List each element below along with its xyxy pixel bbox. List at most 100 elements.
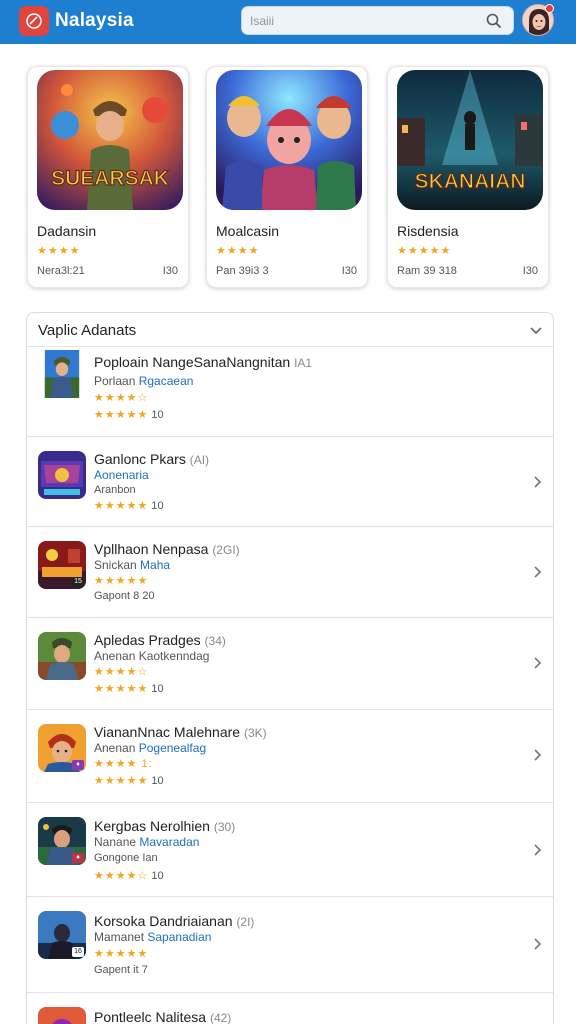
featured-card-name: Risdensia bbox=[397, 223, 459, 239]
rating-count: 10 bbox=[151, 409, 164, 421]
featured-card[interactable]: SKANAIAN Risdensia ★★★★★ Ram 39 318 I30 bbox=[387, 66, 549, 288]
rating-stars: ★★★★★ bbox=[94, 500, 149, 512]
app-icon: 15 bbox=[38, 541, 86, 589]
chevron-right-icon[interactable] bbox=[531, 656, 543, 670]
rating-stars: ★★★★★ bbox=[94, 683, 149, 695]
rating-stars: ★★★★ bbox=[216, 245, 260, 257]
rating-stars: ★★★★★ bbox=[94, 775, 149, 787]
app-icon: ♦ bbox=[38, 817, 86, 865]
list-item-suffix: (2I) bbox=[236, 915, 255, 929]
app-logo-icon[interactable] bbox=[19, 6, 49, 36]
chevron-right-icon[interactable] bbox=[531, 475, 543, 489]
rating-stars: ★★★★☆ bbox=[94, 392, 149, 404]
panel-title: Vaplic Adanats bbox=[38, 322, 137, 339]
list-item-category: Aonenaria bbox=[94, 468, 149, 482]
list-item[interactable]: 16 Korsoka Dandriaianan (2I) Mamanet Sap… bbox=[27, 897, 553, 993]
list-item[interactable]: ♦ ViananNnac Malehnare (3K) Anenan Pogen… bbox=[27, 710, 553, 803]
rating-count: 10 bbox=[151, 870, 164, 882]
featured-card[interactable]: SUEARSAK Dadansin ★★★★ Nera3l:21 I30 bbox=[27, 66, 189, 288]
chevron-down-icon[interactable] bbox=[529, 323, 543, 337]
rating-stars: ★★★★★ bbox=[397, 245, 452, 257]
list-item[interactable]: Ganlonc Pkars (AI) Aonenaria Aranbon ★★★… bbox=[27, 437, 553, 527]
app-icon bbox=[38, 451, 86, 499]
list-item-title: Kergbas Nerolhien bbox=[94, 818, 210, 834]
list-item-subtitle: Mamanet bbox=[94, 930, 145, 944]
list-item-category: Maha bbox=[140, 558, 171, 572]
chevron-right-icon[interactable] bbox=[531, 748, 543, 762]
list-item-title: Pontleelc Nalitesa bbox=[94, 1009, 207, 1024]
search-icon[interactable] bbox=[485, 12, 503, 30]
list-item-subtitle: Porlaan bbox=[94, 374, 136, 388]
app-icon: 16 bbox=[38, 911, 86, 959]
featured-card[interactable]: Moalcasin ★★★★ Pan 39i3 3 I30 bbox=[206, 66, 368, 288]
app-list-panel: Vaplic Adanats Poploain NangeSanaNangnit… bbox=[26, 312, 554, 1024]
featured-card-name: Dadansin bbox=[37, 223, 97, 239]
featured-carousel: SUEARSAK Dadansin ★★★★ Nera3l:21 I30 Moa… bbox=[0, 44, 576, 304]
list-item-suffix: (3K) bbox=[243, 726, 267, 740]
list-item-title: Vpllhaon Nenpasa bbox=[94, 541, 209, 557]
featured-card-count: I30 bbox=[162, 265, 178, 277]
search-input[interactable] bbox=[250, 11, 480, 31]
app-badge: ♦ bbox=[72, 760, 84, 770]
featured-card-count: I30 bbox=[341, 265, 357, 277]
list-item-extra: Aranbon bbox=[94, 484, 136, 496]
artwork-title-text: SKANAIAN bbox=[415, 170, 526, 193]
list-item-title: Apledas Pradges bbox=[94, 632, 201, 648]
featured-card-meta: Pan 39i3 3 bbox=[216, 265, 269, 277]
artwork-title-text: SUEARSAK bbox=[51, 167, 169, 190]
list-item-suffix: (30) bbox=[213, 820, 236, 834]
rating-count: 10 bbox=[151, 500, 164, 512]
app-icon bbox=[38, 350, 88, 420]
list-item-title: ViananNnac Malehnare bbox=[94, 724, 241, 740]
list-item-subtitle: Anenan bbox=[94, 741, 136, 755]
top-app-bar: Nalaysia bbox=[0, 0, 576, 44]
rating-stars: ★★★★ bbox=[37, 245, 81, 257]
app-icon: ♦ bbox=[38, 724, 86, 772]
featured-card-count: I30 bbox=[522, 265, 538, 277]
panel-header[interactable]: Vaplic Adanats bbox=[27, 313, 553, 347]
notification-dot bbox=[545, 4, 554, 13]
game-artwork-image: SKANAIAN bbox=[397, 70, 543, 210]
rating-stars: ★★★★ 1: bbox=[94, 758, 153, 770]
list-item-suffix: (AI) bbox=[189, 453, 210, 467]
list-item-detail: Gapont 8 20 bbox=[94, 590, 155, 602]
list-item-extra: Gongone Ian bbox=[94, 852, 158, 864]
list-item[interactable]: Apledas Pradges (34) Anenan Kaotkenndag … bbox=[27, 618, 553, 710]
list-item-suffix: (2GI) bbox=[212, 543, 240, 557]
chevron-right-icon[interactable] bbox=[531, 843, 543, 857]
featured-card-meta: Ram 39 318 bbox=[397, 265, 457, 277]
rating-stars: ★★★★★ bbox=[94, 948, 149, 960]
app-icon bbox=[38, 632, 86, 680]
list-item-title: Poploain NangeSanaNangnitan bbox=[94, 354, 291, 370]
app-badge: 16 bbox=[72, 947, 84, 957]
list-item-suffix: (34) bbox=[204, 634, 226, 648]
app-icon bbox=[38, 1007, 86, 1024]
app-badge: 15 bbox=[72, 577, 84, 587]
game-artwork-image bbox=[216, 70, 362, 210]
app-badge: ♦ bbox=[72, 853, 84, 863]
list-item[interactable]: ♦ Kergbas Nerolhien (30) Nanane Mavarada… bbox=[27, 803, 553, 897]
search-bar[interactable] bbox=[241, 6, 514, 35]
rating-stars: ★★★★☆ bbox=[94, 870, 149, 882]
list-item[interactable]: Poploain NangeSanaNangnitan IA1 Porlaan … bbox=[27, 347, 553, 437]
list-item-suffix: (42) bbox=[209, 1011, 232, 1024]
rating-stars: ★★★★★ bbox=[94, 409, 149, 421]
list-item-category: Rgacaean bbox=[138, 374, 194, 388]
chevron-right-icon[interactable] bbox=[531, 937, 543, 951]
list-item-detail: Gapent it 7 bbox=[94, 964, 148, 976]
list-item-title: Korsoka Dandriaianan bbox=[94, 913, 233, 929]
rating-count: 10 bbox=[151, 683, 164, 695]
chevron-right-icon[interactable] bbox=[531, 565, 543, 579]
list-item-subtitle: Snickan bbox=[94, 558, 137, 572]
list-item-title: Ganlonc Pkars bbox=[94, 451, 186, 467]
list-item-category: Mavaradan bbox=[139, 835, 200, 849]
list-item[interactable]: 15 Vpllhaon Nenpasa (2GI) Snickan Maha ★… bbox=[27, 527, 553, 618]
rating-stars: ★★★★☆ bbox=[94, 666, 149, 678]
list-item-subtitle: Nanane bbox=[94, 835, 137, 849]
game-artwork-image: SUEARSAK bbox=[37, 70, 183, 210]
featured-card-meta: Nera3l:21 bbox=[37, 265, 85, 277]
list-item[interactable]: Pontleelc Nalitesa (42) bbox=[27, 993, 553, 1024]
rating-count: 10 bbox=[151, 775, 164, 787]
featured-card-name: Moalcasin bbox=[216, 223, 280, 239]
rating-stars: ★★★★★ bbox=[94, 575, 149, 587]
